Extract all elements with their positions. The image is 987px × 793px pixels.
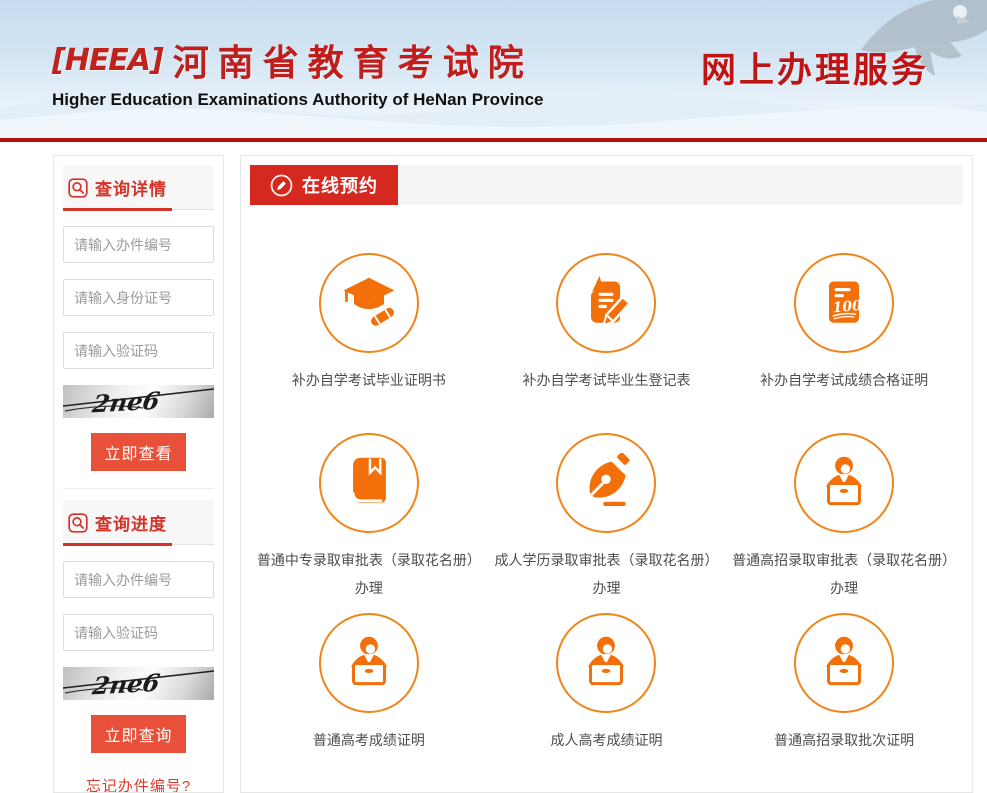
score-100-icon: 100 xyxy=(814,273,874,333)
tab-online-reservation[interactable]: 在线预约 xyxy=(250,165,398,205)
service-gaokao-score-certificate[interactable]: 普通高考成绩证明 xyxy=(250,613,488,793)
service-circle xyxy=(319,613,419,713)
service-secondary-school-admission-form[interactable]: 普通中专录取审批表（录取花名册）办理 xyxy=(250,433,488,613)
service-label: 普通高招录取批次证明 xyxy=(774,726,914,754)
progress-captcha-input[interactable] xyxy=(63,614,214,651)
service-label: 成人高考成绩证明 xyxy=(550,726,662,754)
site-logo: [HEEA] 河南省教育考试院 Higher Education Examina… xyxy=(52,34,544,110)
query-sidebar: 查询详情 2ne6 立即查看 查询进度 xyxy=(53,155,224,793)
org-name-chinese: 河南省教育考试院 xyxy=(173,34,533,86)
graduation-cap-icon xyxy=(339,273,399,333)
progress-captcha-image[interactable]: 2ne6 xyxy=(63,667,214,700)
pen-nib-icon xyxy=(576,453,636,513)
person-laptop-icon xyxy=(814,453,874,513)
services-grid: 补办自学考试毕业证明书 xyxy=(250,205,963,793)
site-header: [HEEA] 河南省教育考试院 Higher Education Examina… xyxy=(0,0,987,138)
search-icon xyxy=(68,513,88,533)
portal-title: 网上办理服务 xyxy=(701,42,929,93)
person-laptop-icon xyxy=(339,633,399,693)
service-score-qualification-certificate[interactable]: 100 补办自学考试成绩合格证明 xyxy=(725,253,963,433)
service-label: 普通高考成绩证明 xyxy=(313,726,425,754)
service-college-admission-form[interactable]: 普通高招录取审批表（录取花名册）办理 xyxy=(725,433,963,613)
detail-idnumber-input[interactable] xyxy=(63,279,214,316)
person-laptop-icon xyxy=(814,633,874,693)
detail-captcha-input[interactable] xyxy=(63,332,214,369)
progress-query-title: 查询进度 xyxy=(63,500,214,545)
service-label: 补办自学考试毕业生登记表 xyxy=(522,366,690,394)
service-graduate-registration-form[interactable]: 补办自学考试毕业生登记表 xyxy=(488,253,726,433)
header-divider xyxy=(0,138,987,142)
online-reservation-panel: 在线预约 补办自学 xyxy=(240,155,973,793)
heea-logo-icon: [HEEA] xyxy=(52,43,163,78)
panel-header: 在线预约 xyxy=(250,165,963,205)
search-icon xyxy=(68,178,88,198)
progress-captcha-text: 2ne6 xyxy=(90,668,162,700)
service-label: 普通高招录取审批表（录取花名册）办理 xyxy=(730,546,958,602)
tab-label: 在线预约 xyxy=(302,172,378,198)
detail-captcha-image[interactable]: 2ne6 xyxy=(63,385,214,418)
progress-query-title-label: 查询进度 xyxy=(95,510,167,535)
service-label: 补办自学考试毕业证明书 xyxy=(292,366,446,394)
detail-docnumber-input[interactable] xyxy=(63,226,214,263)
service-circle xyxy=(556,613,656,713)
org-name-english: Higher Education Examinations Authority … xyxy=(52,90,544,110)
service-diploma-certificate[interactable]: 补办自学考试毕业证明书 xyxy=(250,253,488,433)
book-icon xyxy=(339,453,399,513)
person-laptop-icon xyxy=(576,633,636,693)
forgot-docnumber-link[interactable]: 忘记办件编号? xyxy=(63,775,214,793)
progress-docnumber-input[interactable] xyxy=(63,561,214,598)
service-circle xyxy=(319,253,419,353)
service-label: 成人学历录取审批表（录取花名册）办理 xyxy=(492,546,720,602)
detail-captcha-text: 2ne6 xyxy=(90,386,162,418)
progress-query-button[interactable]: 立即查询 xyxy=(91,715,186,753)
pencil-circle-icon xyxy=(270,174,293,197)
service-circle xyxy=(794,613,894,713)
service-label: 补办自学考试成绩合格证明 xyxy=(760,366,928,394)
service-label: 普通中专录取审批表（录取花名册）办理 xyxy=(255,546,483,602)
document-pencil-icon xyxy=(576,273,636,333)
service-circle xyxy=(556,433,656,533)
service-circle: 100 xyxy=(794,253,894,353)
service-adult-education-admission-form[interactable]: 成人学历录取审批表（录取花名册）办理 xyxy=(488,433,726,613)
sidebar-divider xyxy=(63,488,214,489)
service-adult-gaokao-score-certificate[interactable]: 成人高考成绩证明 xyxy=(488,613,726,793)
service-circle xyxy=(556,253,656,353)
detail-query-title-label: 查询详情 xyxy=(95,175,167,200)
service-admission-batch-certificate[interactable]: 普通高招录取批次证明 xyxy=(725,613,963,793)
service-circle xyxy=(794,433,894,533)
page-body: 查询详情 2ne6 立即查看 查询进度 xyxy=(0,155,987,793)
detail-query-button[interactable]: 立即查看 xyxy=(91,433,186,471)
service-circle xyxy=(319,433,419,533)
detail-query-title: 查询详情 xyxy=(63,165,214,210)
